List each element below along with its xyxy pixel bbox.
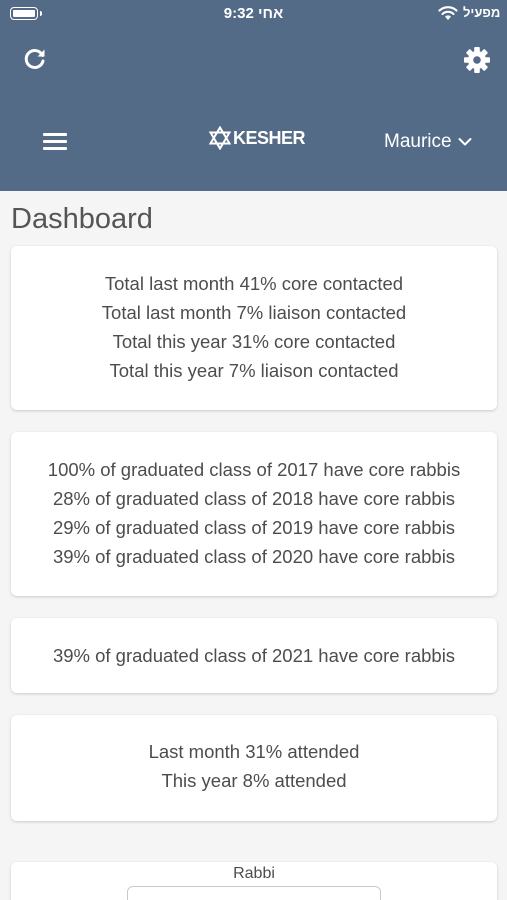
stat-line: 28% of graduated class of 2018 have core… [52, 488, 456, 509]
stat-line: 100% of graduated class of 2017 have cor… [47, 459, 461, 480]
logo-text: KESHER [233, 127, 306, 148]
menu-icon[interactable] [43, 131, 67, 151]
status-bar: 9:32 אחי מפעיל [0, 0, 507, 28]
page-title: Dashboard [11, 203, 153, 235]
stat-line: Total last month 41% core contacted [104, 273, 404, 294]
app-header: 9:32 אחי מפעיל KESHER Maurice [0, 0, 507, 191]
gear-icon[interactable] [463, 46, 491, 74]
stat-line: 39% of graduated class of 2020 have core… [52, 546, 456, 567]
refresh-icon[interactable] [22, 46, 48, 72]
stat-line: This year 8% attended [161, 770, 347, 791]
kesher-logo: KESHER [208, 125, 306, 151]
user-menu-button[interactable]: Maurice [384, 131, 472, 153]
stat-line: 29% of graduated class of 2019 have core… [52, 517, 456, 538]
status-time: 9:32 אחי [223, 5, 284, 22]
rabbi-label: Rabbi [233, 865, 275, 882]
stat-line: 39% of graduated class of 2021 have core… [52, 645, 456, 666]
rabbi-select[interactable] [127, 886, 381, 900]
class-2021-card: 39% of graduated class of 2021 have core… [11, 618, 497, 693]
carrier-label: מפעיל [463, 5, 501, 20]
rabbi-filter-card: Rabbi [11, 862, 497, 900]
star-of-david-icon [208, 126, 232, 150]
stat-line: Total this year 7% liaison contacted [109, 360, 399, 381]
contact-stats-card: Total last month 41% core contacted Tota… [11, 246, 497, 410]
wifi-icon [438, 6, 458, 20]
stat-line: Last month 31% attended [148, 741, 360, 762]
chevron-down-icon [458, 138, 472, 146]
graduated-classes-card: 100% of graduated class of 2017 have cor… [11, 432, 497, 596]
stat-line: Total last month 7% liaison contacted [101, 302, 407, 323]
stat-line: Total this year 31% core contacted [112, 331, 396, 352]
user-name: Maurice [384, 131, 452, 152]
attendance-card: Last month 31% attended This year 8% att… [11, 715, 497, 821]
